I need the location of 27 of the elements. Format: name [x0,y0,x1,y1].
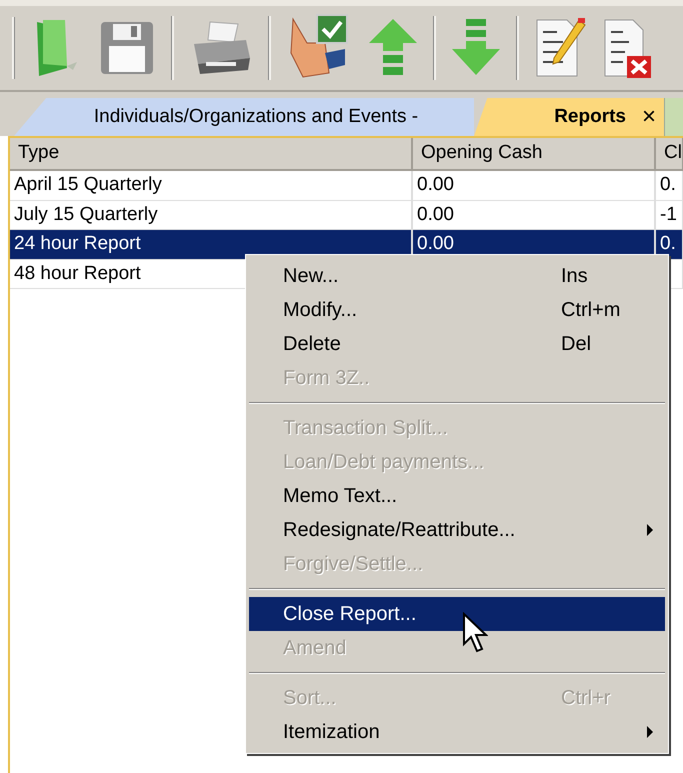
table-cell: July 15 Quarterly [14,204,158,224]
mouse-pointer-icon [462,612,488,654]
menu-item[interactable]: Delete Del [249,327,665,361]
column-header[interactable]: Type [10,138,412,170]
tab[interactable] [664,98,683,136]
menu-item[interactable]: Close Report... [249,597,665,631]
tab[interactable]: Individuals/Organizations and Events - [14,98,474,136]
table-cell: -1 [660,204,677,224]
menu-item[interactable]: Itemization [249,715,665,749]
tab-label[interactable]: Individuals/Organizations and Events - [94,102,418,132]
table-cell: April 15 Quarterly [14,174,162,195]
table-cell: 48 hour Report [14,262,141,284]
table-cell: 0.00 [417,233,454,254]
menu-item[interactable]: New... Ins [249,259,665,293]
close-tab-button[interactable]: × [642,105,656,129]
menu-item[interactable]: Modify... Ctrl+m [249,293,665,327]
table-cell: 0.00 [417,174,454,195]
table-cell: 0. [660,233,676,254]
column-header[interactable]: Cl [655,138,683,170]
table-cell: 0. [660,174,676,195]
tab-label[interactable]: Reports [554,102,626,132]
table-cell: 0.00 [417,204,454,224]
tab[interactable]: Reports × [474,98,664,136]
table-cell: 24 hour Report [14,233,141,254]
menu-item[interactable]: Redesignate/Reattribute... [249,513,665,547]
column-header[interactable]: Opening Cash [412,138,655,170]
menu-item[interactable]: Memo Text... [249,479,665,513]
